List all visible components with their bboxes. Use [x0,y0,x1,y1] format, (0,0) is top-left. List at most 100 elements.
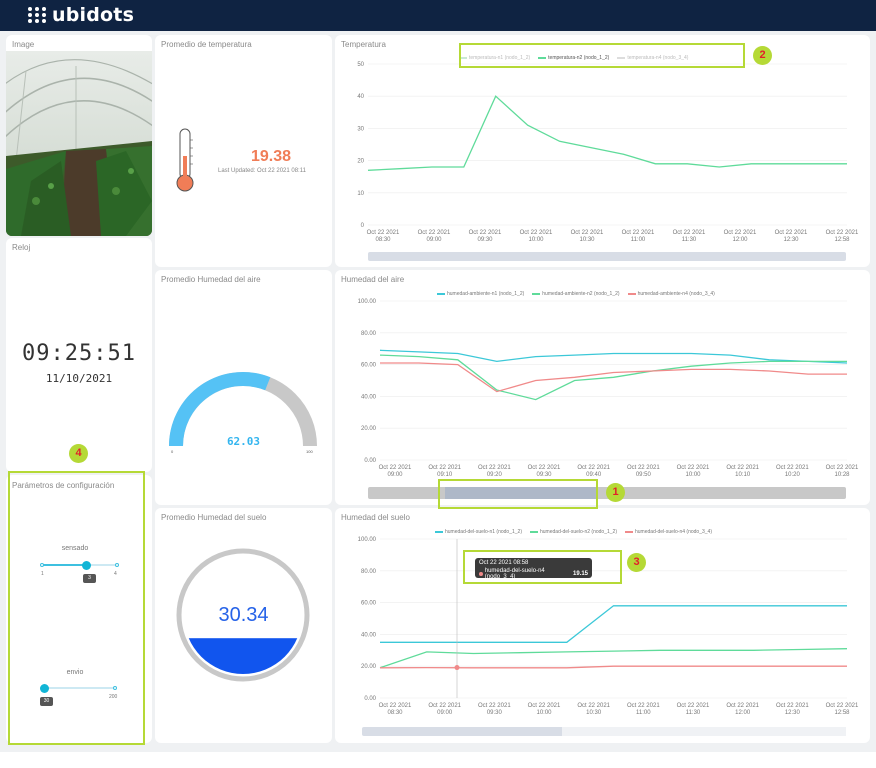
hover-point[interactable] [454,665,460,671]
gauge-max: 100 [306,449,313,454]
x-tick-label: 12:58 [834,237,850,243]
y-tick-label: 40.00 [361,632,377,638]
widget-title: Image [12,40,35,49]
x-tick-label: Oct 22 2021 [528,465,561,471]
temperature-chart-widget: Temperatura temperatura-n1 (nodo_1_2) te… [335,35,870,267]
y-tick-label: 100.00 [358,537,377,543]
gauge-value: 62.03 [226,435,261,448]
x-tick-label: Oct 22 2021 [478,465,511,471]
x-tick-label: Oct 22 2021 [627,703,660,709]
greenhouse-photo [6,51,152,236]
x-tick-label: 09:30 [477,237,493,243]
x-tick-label: 12:30 [783,237,799,243]
x-tick-label: Oct 22 2021 [418,230,451,236]
x-tick-label: 12:58 [834,710,850,716]
x-tick-label: 10:28 [834,472,850,478]
y-tick-label: 60.00 [361,601,377,607]
highlight-box-2 [459,43,745,68]
x-tick-label: 11:00 [636,710,651,716]
x-tick-label: 09:50 [636,472,652,478]
series-line[interactable] [379,354,847,401]
clock-widget: Reloj 09:25:51 11/10/2021 [6,238,152,472]
x-tick-label: 09:30 [487,710,503,716]
y-tick-label: 0.00 [364,696,376,702]
x-tick-label: Oct 22 2021 [776,703,809,709]
y-tick-label: 80.00 [361,569,377,575]
soil-humidity-chart-widget: Humedad del suelo humedad-del-suelo-n1 (… [335,508,870,743]
soil-humidity-value: 30.34 [218,604,269,626]
soil-humidity-line-chart[interactable]: 0.00 20.00 40.00 60.00 80.00 100.00 Oct 22 202… [335,508,870,743]
highlight-box-3 [463,550,622,584]
y-tick-label: 20 [357,159,364,165]
last-updated-text: Last Updated: Oct 22 2021 08:11 [218,168,306,174]
temperature-line-chart[interactable]: 01020304050Oct 22 202108:30Oct 22 202109… [335,35,870,267]
x-tick-label: 12:00 [732,237,748,243]
x-tick-label: 10:00 [685,472,701,478]
x-tick-label: 12:30 [785,710,801,716]
widget-title: Reloj [12,243,31,252]
zoom-window[interactable] [562,727,846,736]
dashboard-area: Image Reloj 09:25:51 11/10/2021 Parámetr… [0,31,876,752]
x-tick-label: 10:00 [528,237,544,243]
series-line[interactable] [367,95,847,171]
x-tick-label: Oct 22 2021 [826,230,859,236]
y-tick-label: 20.00 [361,426,377,432]
y-tick-label: 60.00 [361,363,377,369]
x-tick-label: 09:10 [437,472,453,478]
x-tick-label: 11:30 [682,237,697,243]
air-humidity-line-chart[interactable]: 0.00 20.00 40.00 60.00 80.00 100.00 Oct 22 202… [335,270,870,505]
y-tick-label: 20.00 [361,664,377,670]
x-tick-label: 09:00 [426,237,442,243]
x-tick-label: Oct 22 2021 [677,703,710,709]
zoom-scrollbar[interactable] [362,727,846,736]
y-tick-label: 10 [357,191,364,197]
x-tick-label: Oct 22 2021 [367,230,400,236]
logo-text: ubidots [52,4,135,26]
x-tick-label: 10:30 [586,710,602,716]
x-tick-label: 10:30 [579,237,595,243]
annotation-badge-1: 1 [606,483,625,502]
x-tick-label: 09:00 [437,710,453,716]
series-line[interactable] [380,605,847,643]
zoom-scrollbar[interactable] [368,252,846,261]
x-tick-label: Oct 22 2021 [428,465,461,471]
x-tick-label: Oct 22 2021 [826,703,859,709]
x-tick-label: Oct 22 2021 [379,703,412,709]
ubidots-logo[interactable]: ubidots [26,4,134,26]
x-tick-label: 08:30 [387,710,403,716]
x-tick-label: 09:00 [387,472,403,478]
air-humidity-average-widget: Promedio Humedad del aire 62.03 0 100 [155,270,332,505]
x-tick-label: Oct 22 2021 [528,703,561,709]
series-line[interactable] [379,648,848,669]
gauge-min: 0 [171,449,174,454]
annotation-badge-4: 4 [69,444,88,463]
x-tick-label: Oct 22 2021 [520,230,553,236]
soil-humidity-average-widget: Promedio Humedad del suelo 30.34 [155,508,332,743]
x-tick-label: Oct 22 2021 [775,230,808,236]
x-tick-label: 09:30 [536,472,552,478]
x-tick-label: Oct 22 2021 [826,465,859,471]
clock-date: 11/10/2021 [45,372,113,385]
air-humidity-chart-widget: Humedad del aire humedad-ambiente-n1 (no… [335,270,870,505]
x-tick-label: Oct 22 2021 [428,703,461,709]
x-tick-label: 11:30 [686,710,701,716]
y-tick-label: 0.00 [364,458,376,464]
x-tick-label: Oct 22 2021 [577,465,610,471]
x-tick-label: Oct 22 2021 [677,465,710,471]
annotation-badge-3: 3 [627,553,646,572]
x-tick-label: 09:40 [586,472,602,478]
highlight-box-4 [8,471,145,745]
x-tick-label: Oct 22 2021 [627,465,660,471]
y-tick-label: 80.00 [361,331,377,337]
temperature-value: 19.38 [251,148,292,165]
x-tick-label: 08:30 [375,237,391,243]
x-tick-label: Oct 22 2021 [726,703,759,709]
thermometer-icon [176,128,194,192]
clock-time: 09:25:51 [22,341,136,366]
y-tick-label: 0 [361,223,365,229]
y-tick-label: 50 [357,62,364,68]
x-tick-label: Oct 22 2021 [379,465,412,471]
x-tick-label: Oct 22 2021 [577,703,610,709]
x-tick-label: 10:00 [536,710,552,716]
x-tick-label: Oct 22 2021 [622,230,655,236]
